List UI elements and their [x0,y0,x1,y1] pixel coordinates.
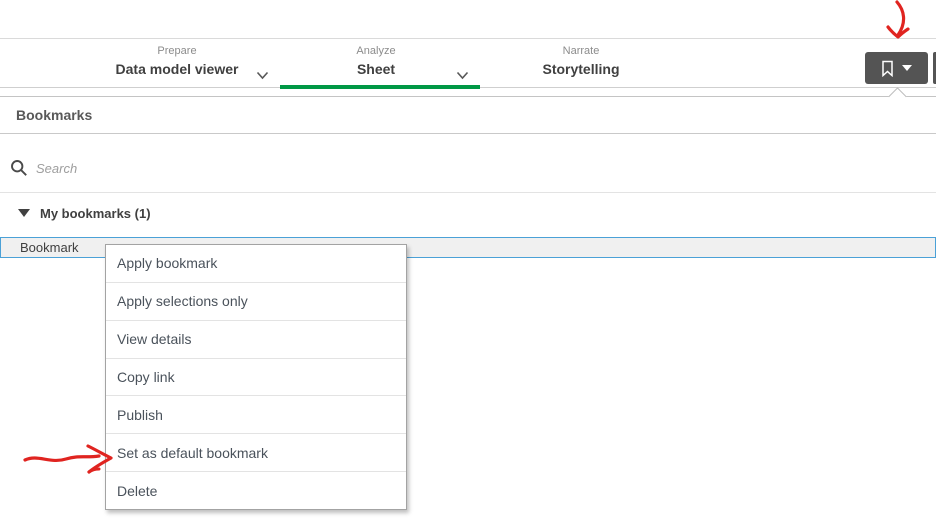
menu-item-apply-bookmark[interactable]: Apply bookmark [106,245,406,282]
panel-title: Bookmarks [16,107,93,123]
bookmarks-toolbar-button[interactable] [865,52,928,84]
top-toolbar: Prepare Data model viewer Analyze Sheet … [0,38,936,88]
menu-item-set-as-default-bookmark[interactable]: Set as default bookmark [106,433,406,471]
menu-item-copy-link[interactable]: Copy link [106,357,406,396]
nav-view-label: Data model viewer [115,61,239,77]
bookmark-icon [881,60,894,77]
nav-section-label: Narrate [562,45,600,57]
divider [0,133,936,134]
divider [0,192,936,193]
menu-item-apply-selections-only[interactable]: Apply selections only [106,281,406,320]
menu-item-delete[interactable]: Delete [106,471,406,509]
menu-item-view-details[interactable]: View details [106,319,406,358]
caret-down-icon [902,65,912,71]
nav-item-narrate[interactable]: Narrate Storytelling [508,45,654,79]
bookmark-item-label: Bookmark [20,240,79,255]
group-label: My bookmarks (1) [40,205,151,221]
nav-section-label: Prepare [157,45,197,57]
nav-section-label: Analyze [356,45,396,57]
chevron-down-icon[interactable] [456,67,469,80]
my-bookmarks-group-header[interactable]: My bookmarks (1) [18,204,151,222]
nav-item-analyze[interactable]: Analyze Sheet [303,45,449,79]
nav-view-label: Storytelling [542,61,620,77]
menu-item-publish[interactable]: Publish [106,395,406,433]
collapse-triangle-icon [18,209,30,217]
search-icon [10,159,28,177]
bookmark-context-menu: Apply bookmark Apply selections only Vie… [105,244,407,510]
nav-view-label: Sheet [356,61,396,77]
chevron-down-icon[interactable] [256,67,269,80]
search-input[interactable] [36,157,896,179]
nav-item-prepare[interactable]: Prepare Data model viewer [101,45,253,79]
active-tab-underline [280,85,480,89]
